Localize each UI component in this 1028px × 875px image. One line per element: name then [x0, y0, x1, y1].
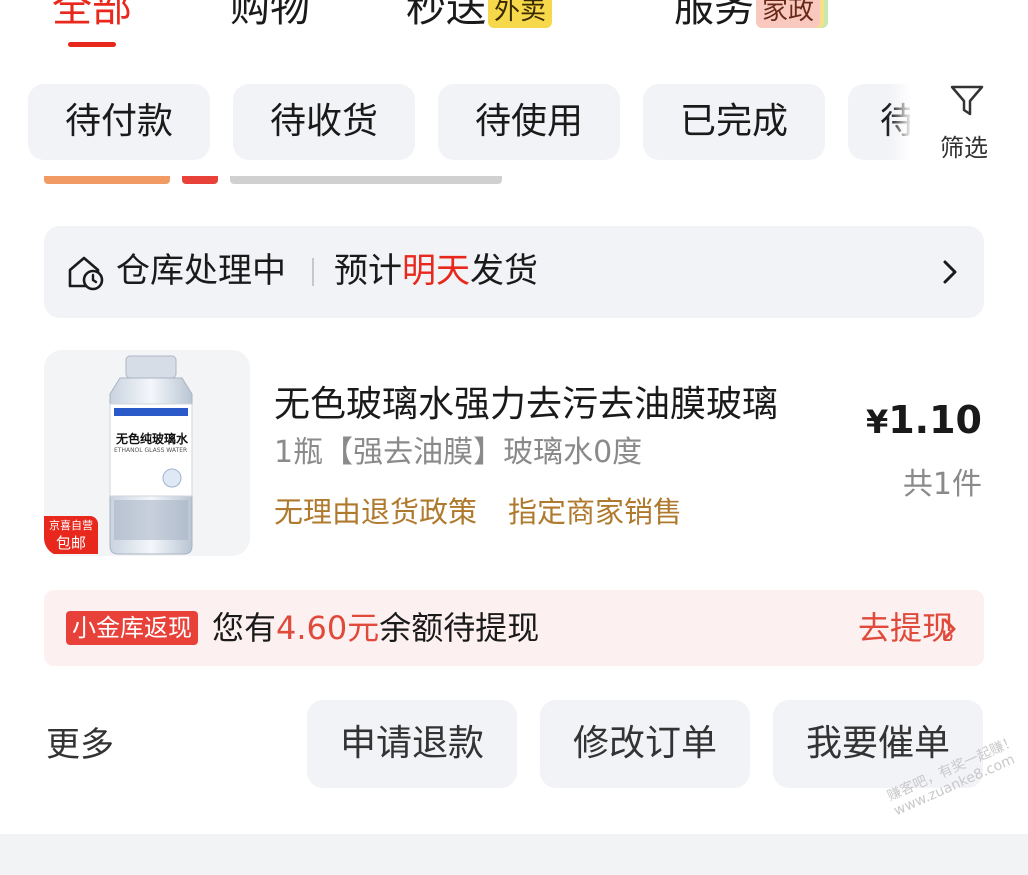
cashback-text: 您有4.60元余额待提现 — [212, 607, 539, 649]
badge-top-text: 京喜自营 — [49, 519, 93, 532]
product-image-label: 无色纯玻璃水 — [116, 432, 189, 446]
chevron-right-icon — [943, 260, 957, 284]
product-title[interactable]: 无色玻璃水强力去污去油膜玻璃 — [274, 380, 778, 430]
warehouse-status: 仓库处理中 — [116, 251, 286, 291]
chip-pending-use[interactable]: 待使用 — [438, 84, 620, 160]
cashback-amount: 4.60元 — [276, 609, 380, 647]
tab-label: 服务 — [674, 0, 754, 31]
cashback-suffix: 余额待提现 — [379, 609, 540, 647]
tab-label: 秒送 — [406, 0, 486, 31]
previous-card-fragment — [182, 176, 218, 184]
warehouse-clock-icon — [68, 256, 104, 291]
more-actions-button[interactable]: 更多 — [46, 722, 114, 768]
eta-prefix: 预计 — [334, 251, 402, 291]
chip-completed[interactable]: 已完成 — [643, 84, 825, 160]
delivery-estimate: 预计明天发货 — [334, 248, 538, 294]
tab-all[interactable]: 全部 — [52, 0, 132, 34]
previous-card-fragment — [44, 176, 170, 184]
modify-order-button[interactable]: 修改订单 — [540, 700, 750, 788]
product-tag-return-policy: 无理由退货政策 — [274, 495, 478, 529]
currency-symbol: ¥ — [865, 403, 889, 441]
request-refund-button[interactable]: 申请退款 — [307, 700, 517, 788]
active-tab-indicator — [68, 42, 116, 47]
price-value: 1.10 — [888, 398, 982, 442]
cashback-badge: 小金库返现 — [66, 611, 198, 645]
chip-pending-payment[interactable]: 待付款 — [28, 84, 210, 160]
tab-badge: 家政 — [756, 0, 821, 28]
product-tag-seller: 指定商家销售 — [508, 495, 683, 529]
withdraw-link[interactable]: 去提现 — [858, 607, 980, 649]
eta-highlight: 明天 — [402, 251, 470, 291]
tab-label: 全部 — [52, 0, 132, 31]
tab-shopping[interactable]: 购物 — [230, 0, 310, 34]
chevron-right-icon — [943, 618, 956, 640]
product-image-badge: 京喜自营 包邮 — [44, 516, 98, 554]
product-spec: 1瓶【强去油膜】玻璃水0度 — [274, 435, 643, 470]
tab-badge: 外卖 — [488, 0, 553, 28]
product-image[interactable]: 无色纯玻璃水 ETHANOL GLASS WATER 京喜自营 包邮 — [44, 350, 250, 556]
tab-label: 购物 — [230, 0, 310, 31]
tab-instant-delivery[interactable]: 秒送 外卖 — [406, 0, 553, 34]
divider — [312, 258, 314, 286]
filter-label: 筛选 — [940, 134, 988, 162]
eta-suffix: 发货 — [470, 251, 538, 291]
cashback-prefix: 您有 — [212, 609, 277, 647]
funnel-icon — [950, 85, 984, 116]
product-quantity: 共1件 — [902, 467, 982, 502]
badge-bottom-text: 包邮 — [55, 534, 86, 552]
product-image-sublabel: ETHANOL GLASS WATER — [114, 447, 188, 454]
card-separator — [0, 834, 1028, 875]
tab-services[interactable]: 服务 家政 — [674, 0, 821, 34]
chip-pending-receipt[interactable]: 待收货 — [233, 84, 415, 160]
product-price: ¥1.10 — [866, 396, 982, 446]
previous-card-fragment — [230, 176, 502, 184]
